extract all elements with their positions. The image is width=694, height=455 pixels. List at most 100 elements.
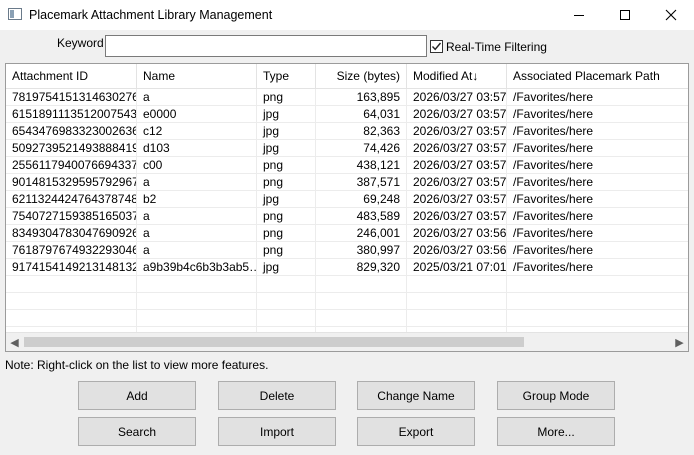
table-row[interactable]: 9174154149213148132 a9b39b4c6b3b3ab5… jpg 8…	[6, 259, 688, 276]
horizontal-scrollbar[interactable]: ◀ ▶	[6, 332, 688, 351]
table-row[interactable]: 5092739521493888419 d103 jpg 74,426 2026/03/…	[6, 140, 688, 157]
cell-name: a	[137, 225, 257, 242]
cell-name: a	[137, 208, 257, 225]
empty-cell	[407, 310, 507, 327]
empty-cell	[316, 310, 407, 327]
table-row[interactable]: 7819754151314630276 a png 163,895 2026/03/27…	[6, 89, 688, 106]
cell-modified-at: 2026/03/27 03:57	[407, 89, 507, 106]
cell-attachment-id: 8349304783047690926	[6, 225, 137, 242]
checkmark-icon	[431, 42, 442, 51]
cell-attachment-id: 7540727159385165037	[6, 208, 137, 225]
attachment-table[interactable]: Attachment ID Name Type Size (bytes) Mod…	[5, 63, 689, 352]
cell-type: jpg	[257, 191, 316, 208]
cell-type: jpg	[257, 259, 316, 276]
cell-name: d103	[137, 140, 257, 157]
cell-modified-at: 2026/03/27 03:57	[407, 174, 507, 191]
table-row[interactable]: 6211324424764378748 b2 jpg 69,248 2026/03/27…	[6, 191, 688, 208]
maximize-icon	[620, 10, 630, 20]
cell-name: a	[137, 242, 257, 259]
cell-type: png	[257, 157, 316, 174]
column-header-size[interactable]: Size (bytes)	[316, 64, 407, 89]
cell-type: png	[257, 225, 316, 242]
scroll-left-icon[interactable]: ◀	[6, 333, 23, 351]
cell-name: c00	[137, 157, 257, 174]
empty-cell	[6, 310, 137, 327]
scrollbar-thumb[interactable]	[24, 337, 524, 347]
realtime-filtering-label[interactable]: Real-Time Filtering	[446, 40, 547, 54]
cell-attachment-id: 5092739521493888419	[6, 140, 137, 157]
cell-modified-at: 2026/03/27 03:57	[407, 106, 507, 123]
cell-size: 380,997	[316, 242, 407, 259]
hint-note: Note: Right-click on the list to view mo…	[5, 358, 269, 372]
cell-modified-at: 2026/03/27 03:57	[407, 140, 507, 157]
empty-cell	[407, 276, 507, 293]
keyword-input[interactable]	[105, 35, 427, 57]
table-row[interactable]: 6151891113512007543 e0000 jpg 64,031 2026/03…	[6, 106, 688, 123]
column-header-name[interactable]: Name	[137, 64, 257, 89]
cell-attachment-id: 2556117940076694337	[6, 157, 137, 174]
empty-row	[6, 310, 688, 327]
maximize-button[interactable]	[602, 0, 648, 30]
cell-placemark-path: /Favorites/here	[507, 191, 688, 208]
cell-placemark-path: /Favorites/here	[507, 225, 688, 242]
table-row[interactable]: 9014815329595792967 a png 387,571 2026/03/27…	[6, 174, 688, 191]
cell-size: 483,589	[316, 208, 407, 225]
cell-attachment-id: 6151891113512007543	[6, 106, 137, 123]
cell-modified-at: 2026/03/27 03:57	[407, 191, 507, 208]
cell-name: a	[137, 174, 257, 191]
empty-cell	[137, 310, 257, 327]
export-button[interactable]: Export	[357, 417, 475, 446]
empty-row	[6, 276, 688, 293]
close-button[interactable]	[648, 0, 694, 30]
group-mode-button[interactable]: Group Mode	[497, 381, 615, 410]
scroll-right-icon[interactable]: ▶	[671, 333, 688, 351]
change-name-button[interactable]: Change Name	[357, 381, 475, 410]
keyword-label: Keyword	[57, 36, 104, 50]
close-icon	[665, 9, 677, 21]
cell-placemark-path: /Favorites/here	[507, 259, 688, 276]
minimize-icon	[574, 14, 584, 16]
window-title: Placemark Attachment Library Management	[29, 8, 273, 22]
table-row[interactable]: 7540727159385165037 a png 483,589 2026/03/27…	[6, 208, 688, 225]
cell-placemark-path: /Favorites/here	[507, 174, 688, 191]
cell-size: 387,571	[316, 174, 407, 191]
cell-placemark-path: /Favorites/here	[507, 208, 688, 225]
add-button[interactable]: Add	[78, 381, 196, 410]
search-button[interactable]: Search	[78, 417, 196, 446]
table-row[interactable]: 7618797674932293046 a png 380,997 2026/03/27…	[6, 242, 688, 259]
empty-cell	[316, 276, 407, 293]
column-header-attachment-id[interactable]: Attachment ID	[6, 64, 137, 89]
cell-placemark-path: /Favorites/here	[507, 123, 688, 140]
column-header-placemark-path[interactable]: Associated Placemark Path	[507, 64, 688, 89]
more-button[interactable]: More...	[497, 417, 615, 446]
empty-cell	[257, 310, 316, 327]
cell-attachment-id: 7819754151314630276	[6, 89, 137, 106]
cell-name: c12	[137, 123, 257, 140]
empty-cell	[257, 293, 316, 310]
cell-type: jpg	[257, 106, 316, 123]
delete-button[interactable]: Delete	[218, 381, 336, 410]
cell-size: 438,121	[316, 157, 407, 174]
table-row[interactable]: 2556117940076694337 c00 png 438,121 2026/03/…	[6, 157, 688, 174]
cell-attachment-id: 9014815329595792967	[6, 174, 137, 191]
table-row[interactable]: 6543476983323002636 c12 jpg 82,363 2026/03/2…	[6, 123, 688, 140]
cell-size: 246,001	[316, 225, 407, 242]
minimize-button[interactable]	[556, 0, 602, 30]
cell-modified-at: 2026/03/27 03:57	[407, 123, 507, 140]
empty-cell	[507, 310, 688, 327]
column-header-modified-at[interactable]: Modified At↓	[407, 64, 507, 89]
empty-cell	[137, 276, 257, 293]
cell-modified-at: 2026/03/27 03:56	[407, 225, 507, 242]
table-row[interactable]: 8349304783047690926 a png 246,001 2026/03/27…	[6, 225, 688, 242]
column-header-type[interactable]: Type	[257, 64, 316, 89]
cell-size: 74,426	[316, 140, 407, 157]
cell-type: jpg	[257, 123, 316, 140]
cell-modified-at: 2026/03/27 03:57	[407, 208, 507, 225]
cell-size: 829,320	[316, 259, 407, 276]
empty-cell	[507, 276, 688, 293]
realtime-filtering-checkbox[interactable]	[430, 40, 443, 53]
import-button[interactable]: Import	[218, 417, 336, 446]
empty-cell	[6, 276, 137, 293]
table-body: 7819754151314630276 a png 163,895 2026/03/27…	[6, 89, 688, 332]
cell-placemark-path: /Favorites/here	[507, 106, 688, 123]
